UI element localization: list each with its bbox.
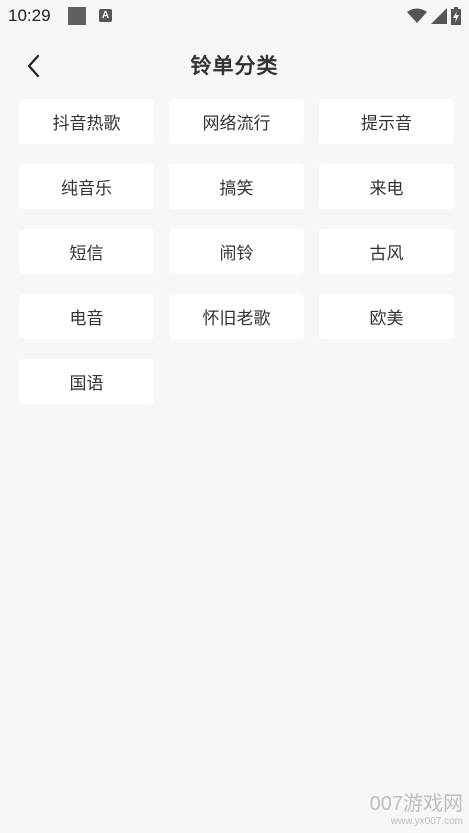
notification-square-icon [68, 7, 86, 25]
watermark: 007游戏网 www.yx007.com [370, 787, 463, 827]
category-chip[interactable]: 电音 [19, 294, 154, 339]
status-time: 10:29 [8, 6, 51, 25]
category-grid: 抖音热歌 网络流行 提示音 纯音乐 搞笑 来电 短信 闹铃 古风 电音 怀旧老歌… [19, 99, 454, 404]
category-chip[interactable]: 提示音 [319, 99, 454, 144]
category-chip[interactable]: 来电 [319, 164, 454, 209]
status-icons [407, 5, 461, 27]
category-chip[interactable]: 国语 [19, 359, 154, 404]
header: 铃单分类 [0, 40, 469, 90]
category-chip[interactable]: 纯音乐 [19, 164, 154, 209]
category-chip[interactable]: 欧美 [319, 294, 454, 339]
status-bar: 10:29 A [0, 0, 469, 32]
category-chip[interactable]: 搞笑 [169, 164, 304, 209]
category-chip[interactable]: 闹铃 [169, 229, 304, 274]
category-chip[interactable]: 短信 [19, 229, 154, 274]
notification-a-icon: A [99, 9, 112, 22]
watermark-main: 007游戏网 [369, 793, 463, 815]
battery-icon [451, 7, 461, 25]
page-title: 铃单分类 [190, 54, 279, 78]
category-chip[interactable]: 网络流行 [169, 99, 304, 144]
category-chip[interactable]: 怀旧老歌 [169, 294, 304, 339]
watermark-url: www.yx007.com [390, 816, 463, 827]
wifi-icon [407, 8, 427, 23]
category-chip[interactable]: 古风 [319, 229, 454, 274]
signal-icon [431, 8, 447, 24]
category-chip[interactable]: 抖音热歌 [19, 99, 154, 144]
